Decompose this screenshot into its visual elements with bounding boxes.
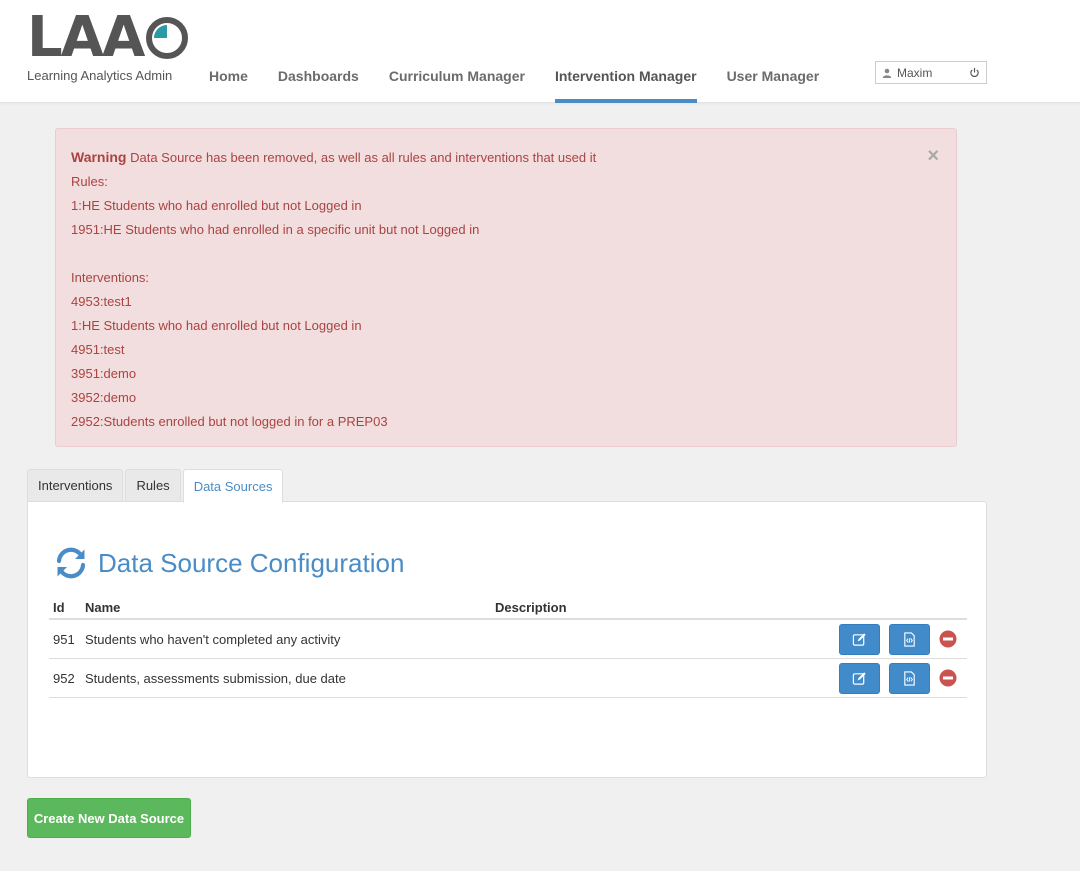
row-actions [805, 623, 967, 655]
alert-intervention-item: 3951:demo [71, 366, 137, 381]
alert-interventions-heading: Interventions: [71, 270, 150, 285]
nav-user-manager[interactable]: User Manager [727, 0, 820, 103]
code-file-icon [904, 670, 915, 686]
edit-icon [852, 632, 866, 646]
refresh-icon [56, 547, 86, 579]
nav-home[interactable]: Home [209, 0, 248, 103]
user-name: Maxim [897, 65, 933, 80]
top-header: LAA Learning Analytics Admin Home Dashbo… [0, 0, 1080, 103]
user-icon [882, 68, 892, 78]
main-nav: Home Dashboards Curriculum Manager Inter… [209, 0, 849, 103]
code-file-button[interactable] [889, 662, 930, 694]
alert-intervention-item: 2952:Students enrolled but not logged in… [71, 414, 388, 429]
table-row: 951 Students who haven't completed any a… [49, 620, 967, 659]
alert-intervention-item: 4951:test [71, 342, 125, 357]
alert-message: Data Source has been removed, as well as… [130, 150, 597, 165]
nav-dashboards[interactable]: Dashboards [278, 0, 359, 103]
tab-bar: Interventions Rules Data Sources [27, 469, 285, 503]
create-data-source-button[interactable]: Create New Data Source [27, 798, 191, 838]
column-header-name: Name [85, 599, 121, 615]
code-file-icon [904, 631, 915, 647]
logo[interactable]: LAA Learning Analytics Admin [27, 5, 189, 83]
logo-circle-icon [146, 17, 189, 59]
row-actions [805, 662, 967, 694]
alert-intervention-item: 3952:demo [71, 390, 137, 405]
edit-icon [852, 671, 866, 685]
user-menu[interactable]: Maxim [875, 61, 987, 84]
warning-alert: Warning Data Source has been removed, as… [55, 128, 957, 447]
panel-header: Data Source Configuration [53, 545, 404, 581]
column-header-id: Id [53, 599, 65, 615]
tab-interventions[interactable]: Interventions [27, 469, 124, 502]
table-row: 952 Students, assessments submission, du… [49, 659, 967, 698]
logo-subtitle: Learning Analytics Admin [27, 68, 173, 83]
alert-rule-item: 1951:HE Students who had enrolled in a s… [71, 222, 480, 237]
close-icon[interactable]: × [927, 146, 939, 166]
nav-intervention-manager[interactable]: Intervention Manager [554, 0, 697, 103]
data-source-panel: Data Source Configuration Id Name Descri… [27, 501, 987, 778]
code-file-button[interactable] [889, 623, 930, 655]
alert-intervention-item: 1:HE Students who had enrolled but not L… [71, 318, 362, 333]
column-header-description: Description [495, 599, 567, 615]
nav-curriculum-manager[interactable]: Curriculum Manager [389, 0, 525, 103]
alert-header: Warning Data Source has been removed, as… [71, 148, 941, 172]
edit-button[interactable] [839, 623, 880, 655]
power-icon[interactable] [969, 67, 980, 78]
alert-rules-heading: Rules: [71, 174, 108, 189]
alert-spacer [71, 244, 941, 268]
remove-icon[interactable] [939, 630, 957, 648]
alert-rule-item: 1:HE Students who had enrolled but not L… [71, 198, 362, 213]
tab-rules[interactable]: Rules [125, 469, 181, 502]
row-name: Students who haven't completed any activ… [85, 631, 341, 647]
remove-icon[interactable] [939, 669, 957, 687]
panel-title: Data Source Configuration [98, 547, 405, 578]
edit-button[interactable] [839, 662, 880, 694]
alert-title: Warning [71, 149, 127, 165]
data-source-table: Id Name Description 951 Students who hav… [49, 596, 967, 698]
logo-mark: LAA [27, 5, 189, 70]
row-name: Students, assessments submission, due da… [85, 670, 346, 686]
row-id: 951 [53, 631, 75, 647]
tab-data-sources[interactable]: Data Sources [182, 469, 284, 503]
table-header: Id Name Description [49, 596, 967, 620]
alert-intervention-item: 4953:test1 [71, 294, 132, 309]
row-id: 952 [53, 670, 75, 686]
logo-text: LAA [27, 5, 145, 70]
